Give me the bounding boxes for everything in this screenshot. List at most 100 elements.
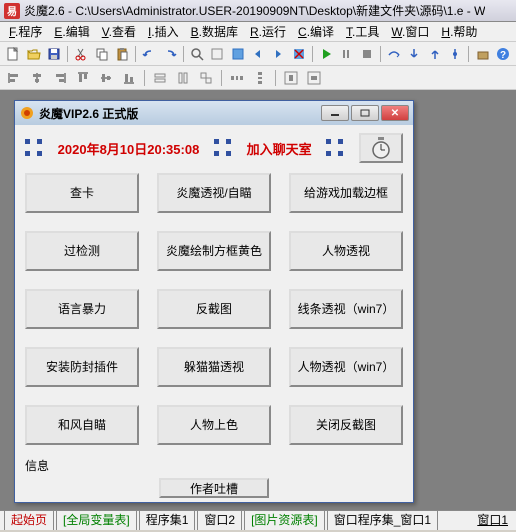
main-titlebar: 易 炎魔2.6 - C:\Users\Administrator.USER-20… xyxy=(0,0,516,22)
menu-f[interactable]: F.程序 xyxy=(4,21,47,42)
feature-button-2[interactable]: 给游戏加载边框 xyxy=(289,173,403,213)
separator xyxy=(380,46,381,62)
menu-c[interactable]: C.编译 xyxy=(293,21,339,42)
editor-tab-0[interactable]: 起始页 xyxy=(4,510,54,530)
separator xyxy=(67,46,68,62)
align-bottom-button[interactable] xyxy=(119,68,139,88)
feature-button-14[interactable]: 关闭反截图 xyxy=(289,405,403,445)
center-h-button[interactable] xyxy=(281,68,301,88)
feature-button-0[interactable]: 查卡 xyxy=(25,173,139,213)
save-button[interactable] xyxy=(45,44,63,64)
separator xyxy=(221,70,222,86)
separator xyxy=(144,70,145,86)
editor-tab-5[interactable]: 窗口程序集_窗口1 xyxy=(327,510,438,530)
editor-tab-1[interactable]: [全局变量表] xyxy=(56,510,137,530)
selection-handles xyxy=(25,139,43,157)
align-top-button[interactable] xyxy=(73,68,93,88)
cut-button[interactable] xyxy=(72,44,90,64)
form-icon xyxy=(19,105,35,121)
undo-button[interactable] xyxy=(140,44,158,64)
feature-button-4[interactable]: 炎魔绘制方框黄色 xyxy=(157,231,271,271)
run-to-cursor-button[interactable] xyxy=(446,44,464,64)
distribute-v-button[interactable] xyxy=(250,68,270,88)
feature-button-6[interactable]: 语言暴力 xyxy=(25,289,139,329)
same-size-button[interactable] xyxy=(196,68,216,88)
form-designer: 炎魔VIP2.6 正式版 ✕ 2020年8月10日20:35:08 加入聊天室 … xyxy=(14,100,414,503)
separator xyxy=(183,46,184,62)
align-left-button[interactable] xyxy=(4,68,24,88)
menu-v[interactable]: V.查看 xyxy=(97,21,141,42)
button-grid: 查卡炎魔透视/自瞄给游戏加载边框过检测炎魔绘制方框黄色人物透视语言暴力反截图线条… xyxy=(25,173,403,445)
selection-handles xyxy=(326,139,344,157)
active-window-label[interactable]: 窗口1 xyxy=(473,510,512,530)
open-file-button[interactable] xyxy=(24,44,42,64)
tool-button[interactable] xyxy=(208,44,226,64)
run-button[interactable] xyxy=(317,44,335,64)
main-title: 炎魔2.6 - C:\Users\Administrator.USER-2019… xyxy=(24,2,485,19)
find-button[interactable] xyxy=(188,44,206,64)
menu-h[interactable]: H.帮助 xyxy=(436,21,482,42)
copy-button[interactable] xyxy=(92,44,110,64)
minimize-button[interactable] xyxy=(321,105,349,121)
step-out-button[interactable] xyxy=(426,44,444,64)
pause-button[interactable] xyxy=(337,44,355,64)
step-into-button[interactable] xyxy=(405,44,423,64)
step-over-button[interactable] xyxy=(385,44,403,64)
separator xyxy=(275,70,276,86)
distribute-h-button[interactable] xyxy=(227,68,247,88)
selection-handles xyxy=(214,139,232,157)
paste-button[interactable] xyxy=(113,44,131,64)
align-middle-v-button[interactable] xyxy=(96,68,116,88)
menu-t[interactable]: T.工具 xyxy=(341,21,384,42)
menu-b[interactable]: B.数据库 xyxy=(186,21,243,42)
toolbar-main: ? xyxy=(0,42,516,66)
separator xyxy=(135,46,136,62)
editor-tab-4[interactable]: [图片资源表] xyxy=(244,510,325,530)
build-button[interactable] xyxy=(473,44,491,64)
menu-w[interactable]: W.窗口 xyxy=(386,21,434,42)
feature-button-3[interactable]: 过检测 xyxy=(25,231,139,271)
stopwatch-button[interactable] xyxy=(359,133,403,163)
author-button[interactable]: 作者吐槽 xyxy=(159,478,269,498)
align-right-button[interactable] xyxy=(50,68,70,88)
menu-e[interactable]: E.编辑 xyxy=(49,21,94,42)
feature-button-9[interactable]: 安装防封插件 xyxy=(25,347,139,387)
new-file-button[interactable] xyxy=(4,44,22,64)
feature-button-8[interactable]: 线条透视（win7） xyxy=(289,289,403,329)
form-titlebar[interactable]: 炎魔VIP2.6 正式版 ✕ xyxy=(15,101,413,125)
feature-button-13[interactable]: 人物上色 xyxy=(157,405,271,445)
prev-bookmark-button[interactable] xyxy=(249,44,267,64)
maximize-button[interactable] xyxy=(351,105,379,121)
chatroom-label[interactable]: 加入聊天室 xyxy=(247,139,312,158)
next-bookmark-button[interactable] xyxy=(269,44,287,64)
same-height-button[interactable] xyxy=(173,68,193,88)
form-body[interactable]: 2020年8月10日20:35:08 加入聊天室 查卡炎魔透视/自瞄给游戏加载边… xyxy=(15,125,413,502)
menu-r[interactable]: R.运行 xyxy=(245,21,291,42)
designer-workspace[interactable]: 炎魔VIP2.6 正式版 ✕ 2020年8月10日20:35:08 加入聊天室 … xyxy=(0,90,516,510)
menu-i[interactable]: I.插入 xyxy=(143,21,184,42)
feature-button-1[interactable]: 炎魔透视/自瞄 xyxy=(157,173,271,213)
clear-bookmark-button[interactable] xyxy=(290,44,308,64)
same-width-button[interactable] xyxy=(150,68,170,88)
separator xyxy=(468,46,469,62)
timestamp-label: 2020年8月10日20:35:08 xyxy=(58,139,200,158)
redo-button[interactable] xyxy=(160,44,178,64)
stop-button[interactable] xyxy=(358,44,376,64)
close-button[interactable]: ✕ xyxy=(381,105,409,121)
help-button[interactable]: ? xyxy=(494,44,512,64)
svg-text:?: ? xyxy=(500,50,506,61)
feature-button-11[interactable]: 人物透视（win7） xyxy=(289,347,403,387)
feature-button-5[interactable]: 人物透视 xyxy=(289,231,403,271)
info-label: 信息 xyxy=(25,457,49,474)
align-center-h-button[interactable] xyxy=(27,68,47,88)
toolbar-align xyxy=(0,66,516,90)
feature-button-10[interactable]: 躲猫猫透视 xyxy=(157,347,271,387)
editor-tab-3[interactable]: 窗口2 xyxy=(197,510,242,530)
center-v-button[interactable] xyxy=(304,68,324,88)
editor-tabs: 起始页[全局变量表]程序集1窗口2[图片资源表]窗口程序集_窗口1 窗口1 xyxy=(0,510,516,530)
bookmark-button[interactable] xyxy=(228,44,246,64)
menubar: F.程序E.编辑V.查看I.插入B.数据库R.运行C.编译T.工具W.窗口H.帮… xyxy=(0,22,516,42)
feature-button-7[interactable]: 反截图 xyxy=(157,289,271,329)
editor-tab-2[interactable]: 程序集1 xyxy=(139,510,196,530)
feature-button-12[interactable]: 和风自瞄 xyxy=(25,405,139,445)
